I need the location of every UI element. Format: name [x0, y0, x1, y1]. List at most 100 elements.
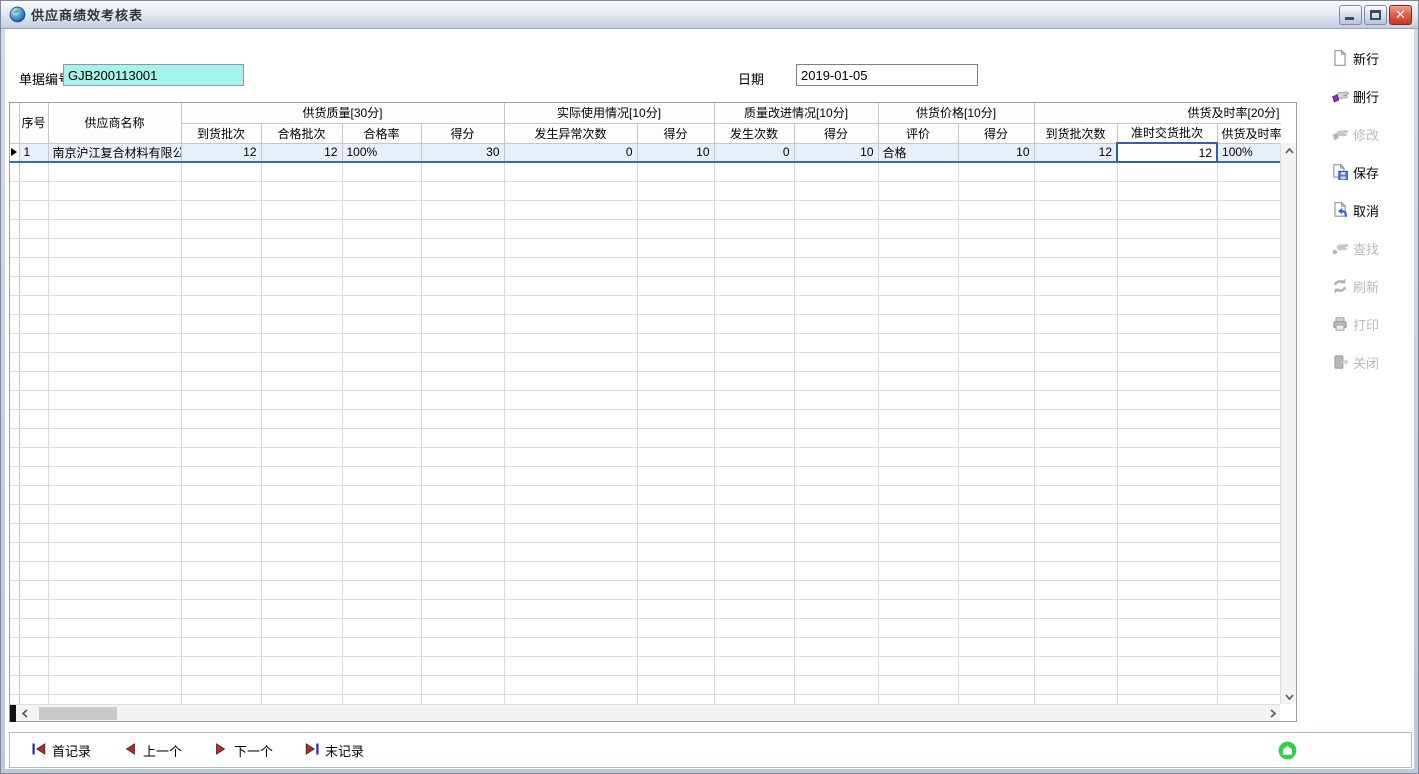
grid-cell[interactable] [1117, 580, 1217, 599]
grid-cell[interactable] [181, 181, 261, 200]
grid-cell[interactable] [878, 409, 958, 428]
grid-cell[interactable] [794, 219, 878, 238]
nav-button-first-record[interactable]: 首记录 [32, 741, 91, 760]
grid-cell[interactable] [181, 200, 261, 219]
grid-cell[interactable] [19, 219, 48, 238]
grid-cell[interactable] [714, 542, 794, 561]
grid-cell[interactable] [794, 523, 878, 542]
grid-cell[interactable] [504, 428, 637, 447]
row-indicator-cell[interactable] [10, 238, 19, 257]
grid-cell[interactable] [48, 466, 181, 485]
row-indicator-cell[interactable] [10, 675, 19, 694]
grid-cell[interactable] [878, 181, 958, 200]
grid-cell[interactable] [504, 542, 637, 561]
date-input[interactable] [796, 64, 978, 86]
grid-cell[interactable] [181, 238, 261, 257]
grid-cell[interactable] [421, 466, 504, 485]
grid-cell[interactable] [1117, 618, 1217, 637]
grid-cell[interactable] [1034, 428, 1117, 447]
grid-cell[interactable] [1034, 523, 1117, 542]
titlebar[interactable]: 供应商绩效考核表 ✕ [1, 1, 1418, 29]
grid-cell[interactable] [1117, 599, 1217, 618]
grid-cell[interactable] [958, 409, 1034, 428]
grid-cell[interactable] [1217, 504, 1281, 523]
grid-cell[interactable] [342, 371, 421, 390]
grid-cell[interactable] [181, 580, 261, 599]
grid-cell[interactable] [504, 352, 637, 371]
grid-cell[interactable] [421, 504, 504, 523]
grid-cell[interactable] [19, 333, 48, 352]
grid-cell[interactable] [1117, 181, 1217, 200]
grid-cell[interactable] [504, 485, 637, 504]
grid-cell[interactable] [421, 200, 504, 219]
grid-cell[interactable] [19, 466, 48, 485]
grid-cell[interactable] [714, 333, 794, 352]
grid-cell[interactable] [1034, 276, 1117, 295]
grid-cell[interactable] [1034, 200, 1117, 219]
grid-cell[interactable] [878, 162, 958, 181]
grid-cell[interactable] [19, 656, 48, 675]
grid-cell[interactable] [794, 314, 878, 333]
grid-cell[interactable] [504, 637, 637, 656]
grid-cell[interactable] [1217, 523, 1281, 542]
grid-cell[interactable]: 0 [714, 143, 794, 162]
grid-cell[interactable] [181, 561, 261, 580]
grid-cell[interactable] [19, 238, 48, 257]
grid-cell[interactable] [421, 314, 504, 333]
grid-cell[interactable] [19, 276, 48, 295]
grid-cell[interactable] [261, 428, 342, 447]
grid-cell[interactable] [181, 523, 261, 542]
grid-cell[interactable] [878, 333, 958, 352]
grid-cell[interactable] [19, 504, 48, 523]
grid-cell[interactable] [1217, 447, 1281, 466]
grid-cell[interactable] [421, 295, 504, 314]
grid-cell[interactable] [958, 504, 1034, 523]
grid-cell[interactable] [1034, 162, 1117, 181]
toolbar-button-refresh[interactable]: 刷新 [1331, 275, 1413, 297]
row-indicator-cell[interactable] [10, 523, 19, 542]
grid-cell[interactable] [19, 314, 48, 333]
grid-cell[interactable] [714, 200, 794, 219]
grid-cell[interactable] [181, 675, 261, 694]
grid-cell[interactable] [1034, 675, 1117, 694]
grid-cell[interactable] [1034, 637, 1117, 656]
grid-cell[interactable] [714, 523, 794, 542]
grid-cell[interactable] [794, 675, 878, 694]
grid-cell[interactable] [504, 466, 637, 485]
grid-cell[interactable] [958, 675, 1034, 694]
grid-cell[interactable] [1117, 485, 1217, 504]
row-indicator-cell[interactable] [10, 485, 19, 504]
grid-cell[interactable] [261, 314, 342, 333]
grid-cell[interactable] [181, 656, 261, 675]
grid-cell[interactable] [878, 656, 958, 675]
grid-cell[interactable] [1217, 466, 1281, 485]
grid-cell[interactable] [794, 257, 878, 276]
grid-cell[interactable] [342, 390, 421, 409]
grid-cell[interactable] [261, 447, 342, 466]
grid-cell[interactable] [878, 637, 958, 656]
grid-cell[interactable] [48, 238, 181, 257]
grid-cell[interactable] [714, 390, 794, 409]
grid-cell[interactable] [1217, 675, 1281, 694]
grid-cell[interactable] [261, 181, 342, 200]
row-indicator-cell[interactable] [10, 466, 19, 485]
grid-cell[interactable] [1117, 219, 1217, 238]
toolbar-button-delete-row[interactable]: 删行 [1331, 85, 1413, 107]
grid-cell[interactable] [958, 599, 1034, 618]
grid-cell[interactable] [19, 181, 48, 200]
grid-cell[interactable] [261, 409, 342, 428]
grid-cell[interactable] [1217, 276, 1281, 295]
grid-cell[interactable] [261, 656, 342, 675]
grid-cell[interactable] [794, 352, 878, 371]
grid-cell[interactable] [1217, 656, 1281, 675]
grid-cell[interactable] [1217, 637, 1281, 656]
grid-cell[interactable] [878, 295, 958, 314]
grid-cell[interactable] [19, 675, 48, 694]
grid-cell[interactable] [1034, 485, 1117, 504]
grid-cell[interactable] [714, 219, 794, 238]
grid-cell[interactable] [878, 618, 958, 637]
grid-cell[interactable] [181, 637, 261, 656]
grid-cell[interactable] [342, 181, 421, 200]
grid-cell[interactable] [714, 409, 794, 428]
grid-cell[interactable] [181, 352, 261, 371]
